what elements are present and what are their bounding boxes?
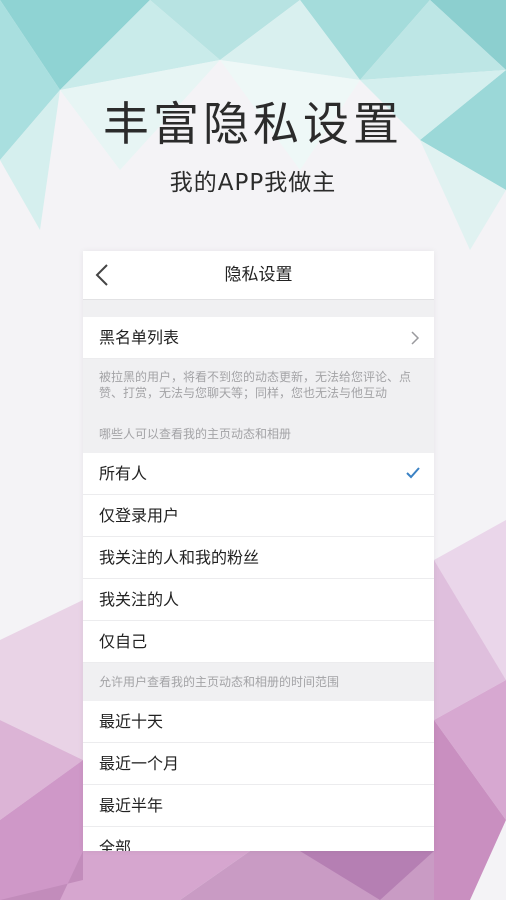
option-label: 仅自己 <box>99 632 148 651</box>
blacklist-description: 被拉黑的用户，将看不到您的动态更新，无法给您评论、点 赞、打赏，无法与您聊天等；… <box>99 370 412 400</box>
blacklist-label: 黑名单列表 <box>99 328 180 347</box>
visibility-option-following[interactable]: 我关注的人 <box>83 579 434 621</box>
chevron-right-icon <box>411 331 420 345</box>
checkmark-icon <box>406 467 420 479</box>
time-option-one-month[interactable]: 最近一个月 <box>83 743 434 785</box>
nav-bar: 隐私设置 <box>83 251 434 300</box>
page-title: 隐私设置 <box>224 265 293 285</box>
option-label: 我关注的人 <box>99 590 180 609</box>
time-range-section-header: 允许用户查看我的主页动态和相册的时间范围 <box>99 675 340 689</box>
option-label: 所有人 <box>99 464 148 483</box>
option-label: 全部 <box>99 838 132 851</box>
promo-subline: 我的APP我做主 <box>169 170 337 196</box>
option-label: 最近一个月 <box>99 754 180 773</box>
promo-headline: 丰富隐私设置 <box>103 97 403 151</box>
visibility-option-self[interactable]: 仅自己 <box>83 621 434 663</box>
phone-screen: 隐私设置 黑名单列表 被拉黑的用户，将看不到您的动态更新，无法给您评论、点 赞、… <box>83 251 434 851</box>
option-label: 最近半年 <box>99 796 164 815</box>
visibility-option-logged-in[interactable]: 仅登录用户 <box>83 495 434 537</box>
time-option-all[interactable]: 全部 <box>83 827 434 851</box>
option-label: 我关注的人和我的粉丝 <box>99 548 260 567</box>
option-label: 仅登录用户 <box>99 506 180 525</box>
visibility-section-header: 哪些人可以查看我的主页动态和相册 <box>99 427 292 441</box>
blacklist-row[interactable]: 黑名单列表 <box>83 317 434 359</box>
time-option-ten-days[interactable]: 最近十天 <box>83 701 434 743</box>
visibility-option-following-and-fans[interactable]: 我关注的人和我的粉丝 <box>83 537 434 579</box>
time-option-half-year[interactable]: 最近半年 <box>83 785 434 827</box>
visibility-option-all[interactable]: 所有人 <box>83 453 434 495</box>
option-label: 最近十天 <box>99 712 164 731</box>
